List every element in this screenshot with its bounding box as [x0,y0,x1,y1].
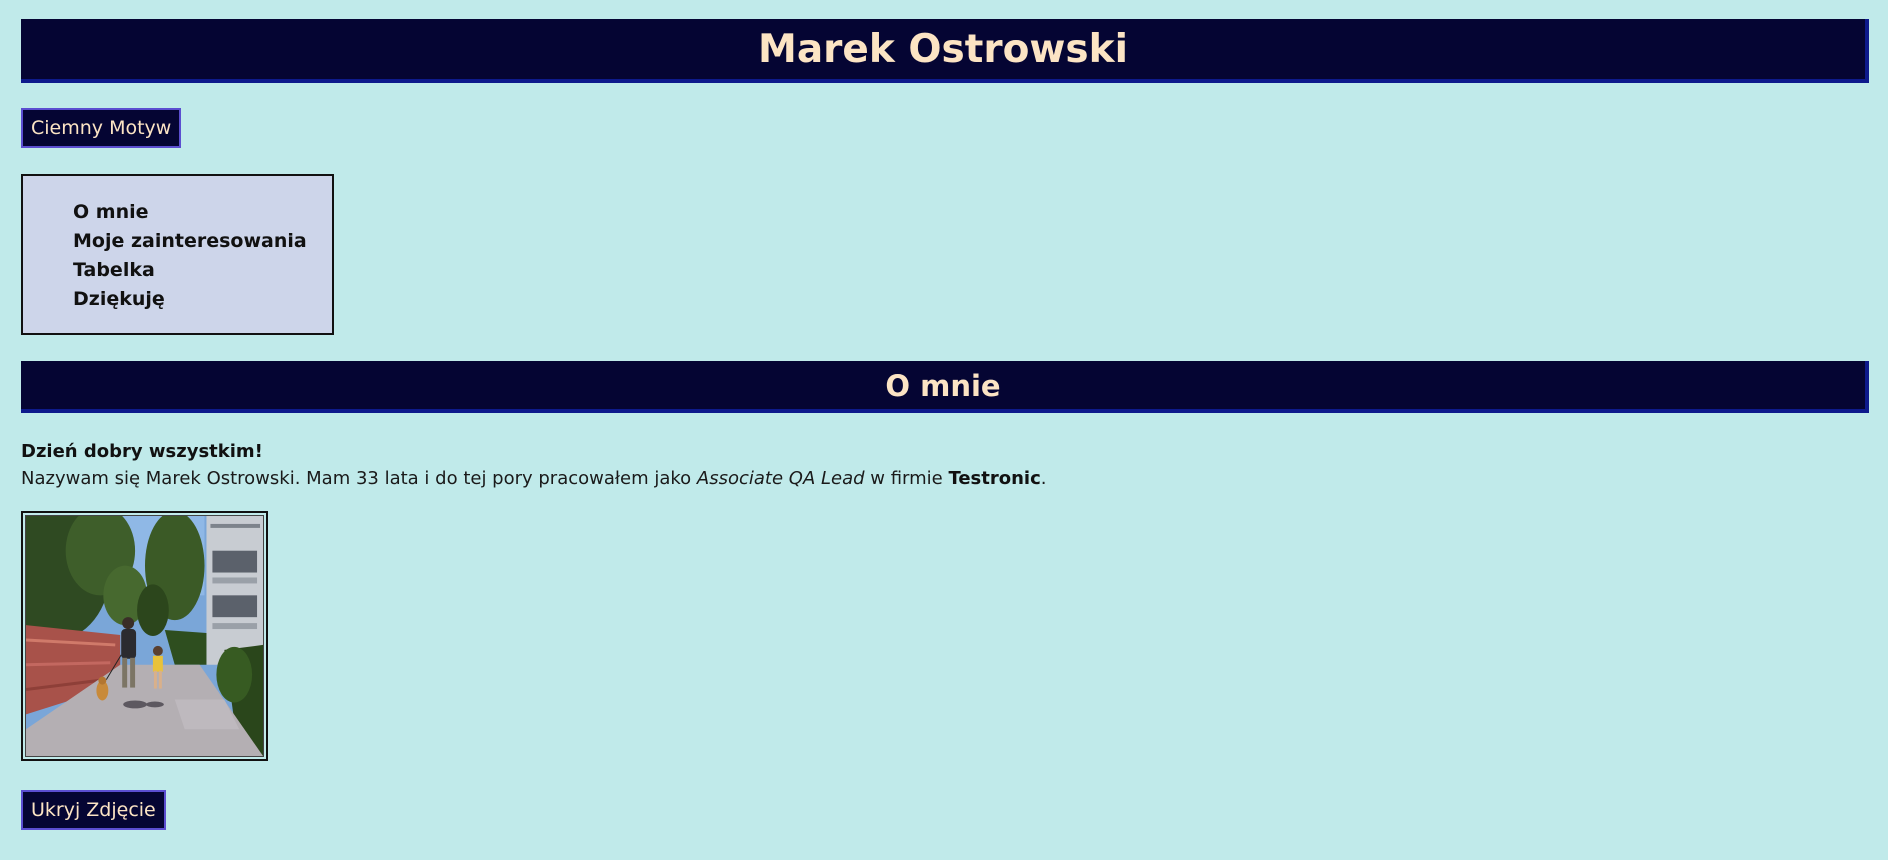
bio-role: Associate QA Lead [696,468,865,489]
intro-text: Dzień dobry wszystkim! Nazywam się Marek… [21,438,1047,492]
page-title: Marek Ostrowski [21,19,1869,83]
nav-item-about[interactable]: O mnie [73,198,332,227]
bio-paragraph: Nazywam się Marek Ostrowski. Mam 33 lata… [21,465,1047,492]
greeting: Dzień dobry wszystkim! [21,441,263,462]
nav-item-table[interactable]: Tabelka [73,256,332,285]
bio-text: Nazywam się Marek Ostrowski. Mam 33 lata… [21,468,697,489]
hide-photo-button[interactable]: Ukryj Zdjęcie [21,790,166,830]
dark-theme-button[interactable]: Ciemny Motyw [21,108,182,148]
bio-text-2: w firmie [864,468,949,489]
section-title-about: O mnie [21,361,1869,413]
table-of-contents: O mnie Moje zainteresowania Tabelka Dzię… [21,174,334,335]
nav-item-interests[interactable]: Moje zainteresowania [73,227,332,256]
nav-item-thanks[interactable]: Dziękuję [73,285,332,314]
bio-end: . [1040,468,1047,489]
photo-walk-icon [25,515,264,757]
bio-company: Testronic [948,468,1041,489]
profile-photo [21,511,268,761]
